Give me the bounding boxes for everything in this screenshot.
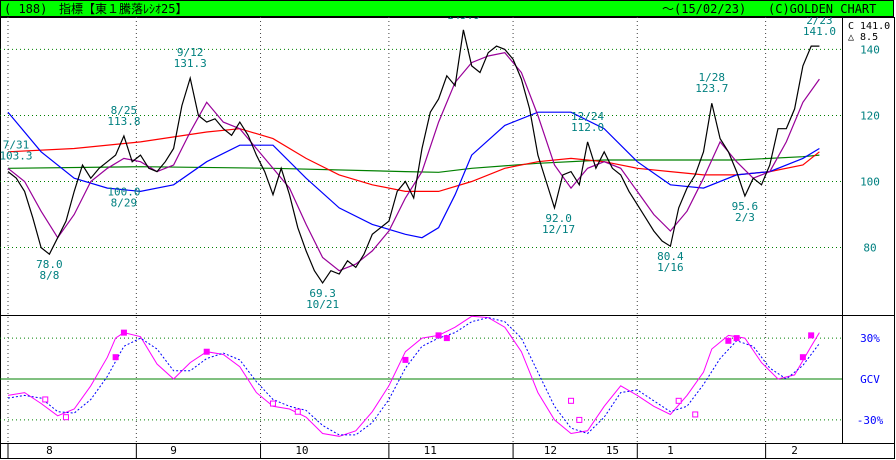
annotation-sublabel: 145.9 [447,17,480,22]
y-tick-label: 100 [860,176,880,189]
chart-canvas: 801001201407/31103.378.08/88/25113.8100.… [0,17,895,459]
annotation-sublabel: 1/16 [657,261,684,274]
signal-marker [120,329,127,336]
annotation-sublabel: 141.0 [803,25,836,38]
osc-tick-label: 30% [860,332,880,345]
annotation-sublabel: 8/8 [39,269,59,282]
copyright: (C)GOLDEN CHART [768,2,877,16]
annotation-sublabel: 8/29 [111,197,138,210]
signal-marker [294,408,301,415]
annotation-sublabel: 123.7 [695,82,728,95]
signal-marker [725,337,732,344]
signal-marker [733,335,740,342]
y-tick-label: 120 [860,109,880,122]
signal-marker [42,396,49,403]
month-label: 1 [667,444,674,457]
signal-marker [808,332,815,339]
signal-marker [435,332,442,339]
annotation-sublabel: 103.3 [0,150,33,163]
month-label: 9 [170,444,177,457]
month-label: 12 [544,444,557,457]
month-label: 11 [424,444,437,457]
signal-marker [568,397,575,404]
signal-marker [799,354,806,361]
signal-marker [62,414,69,421]
osc-tick-label: -30% [857,414,884,427]
annotation-sublabel: 12/17 [542,223,575,236]
month-label: 8 [46,444,53,457]
annotation-sublabel: 113.8 [107,115,140,128]
signal-marker [203,348,210,355]
annotation-sublabel: 2/3 [735,211,755,224]
y-tick-label: 80 [863,242,876,255]
signal-marker [443,335,450,342]
signal-marker [269,400,276,407]
date-range: ～(15/02/23) [662,2,747,16]
last-close-label: C 141.0 [848,21,890,32]
annotation-sublabel: 112.0 [571,121,604,134]
signal-marker [402,356,409,363]
change-label: △ 8.5 [848,32,878,43]
chart-frame [0,17,895,459]
signal-marker [112,354,119,361]
chart-header: ( 188) 指標【東１騰落ﾚｼｵ25】 ～(15/02/23) (C)GOLD… [0,0,894,17]
annotation-sublabel: 131.3 [174,57,207,70]
annotation-sublabel: 10/21 [306,298,339,311]
month-label: 15 [606,444,619,457]
signal-marker [675,397,682,404]
osc-tick-label: GCV [860,373,880,386]
y-tick-label: 140 [860,43,880,56]
index-code: ( 188) [4,2,48,16]
signal-marker [576,416,583,423]
month-label: 2 [791,444,798,457]
chart-title: 指標【東１騰落ﾚｼｵ25】 [59,2,188,16]
signal-marker [692,411,699,418]
month-label: 10 [295,444,308,457]
